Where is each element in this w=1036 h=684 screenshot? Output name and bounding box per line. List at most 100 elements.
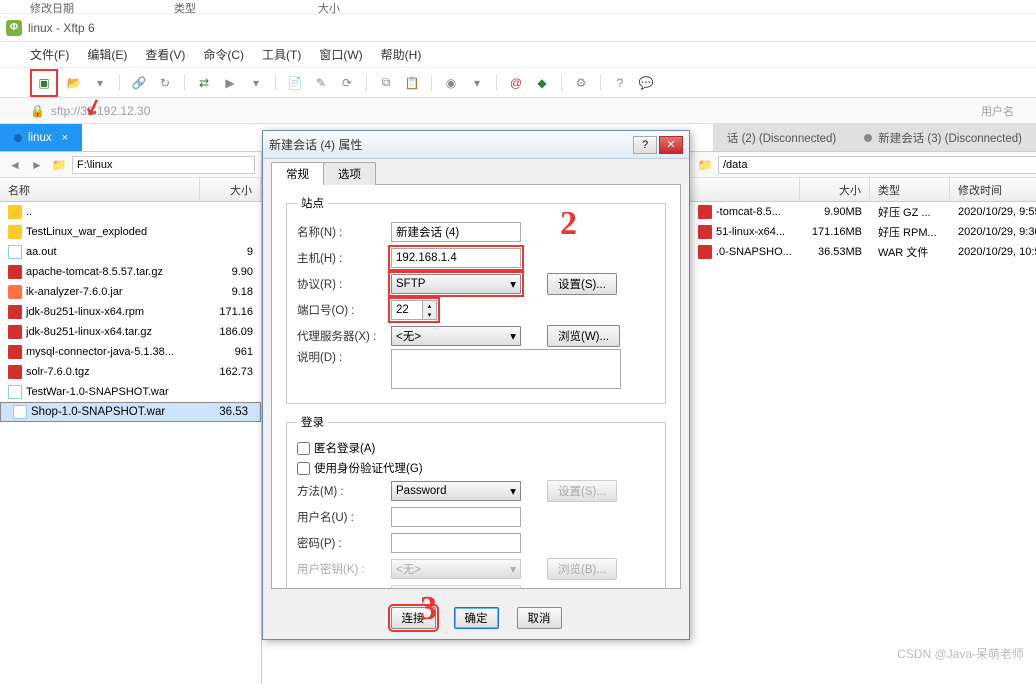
password-input[interactable]: [391, 533, 521, 553]
table-row[interactable]: Shop-1.0-SNAPSHOT.war36.53: [0, 402, 261, 422]
file-size: 9: [200, 246, 261, 258]
menu-tools[interactable]: 工具(T): [262, 46, 301, 63]
newfile-icon[interactable]: 📄: [285, 73, 305, 93]
edit-icon[interactable]: ✎: [311, 73, 331, 93]
table-row[interactable]: ik-analyzer-7.6.0.jar9.18: [0, 282, 261, 302]
remote-path-input[interactable]: [718, 156, 1036, 174]
close-icon[interactable]: ×: [62, 132, 68, 144]
open-icon[interactable]: 📂: [64, 73, 84, 93]
local-file-list[interactable]: .. TestLinux_war_exploded aa.out 9 apache-to…: [0, 202, 261, 684]
tab-general[interactable]: 常规: [271, 162, 324, 185]
link-icon[interactable]: 🔗: [129, 73, 149, 93]
session-tab-disconnected-3[interactable]: 新建会话 (3) (Disconnected): [850, 124, 1036, 151]
local-path-input[interactable]: [72, 156, 255, 174]
menu-edit[interactable]: 编辑(E): [87, 46, 127, 63]
menu-command[interactable]: 命令(C): [203, 46, 244, 63]
file-mtime: 2020/10/29, 10:5: [950, 246, 1036, 258]
table-row[interactable]: jdk-8u251-linux-x64.tar.gz186.09: [0, 322, 261, 342]
anonymous-checkbox[interactable]: [297, 442, 310, 455]
cancel-button[interactable]: 取消: [517, 607, 562, 629]
agent-checkbox[interactable]: [297, 462, 310, 475]
table-row[interactable]: TestLinux_war_exploded: [0, 222, 261, 242]
session-tab-active[interactable]: linux ×: [0, 124, 82, 151]
table-row[interactable]: solr-7.6.0.tgz162.73: [0, 362, 261, 382]
menu-help[interactable]: 帮助(H): [381, 46, 422, 63]
file-name: solr-7.6.0.tgz: [26, 366, 90, 378]
menu-file[interactable]: 文件(F): [30, 46, 69, 63]
forward-icon[interactable]: ►: [28, 156, 46, 174]
ok-button[interactable]: 确定: [454, 607, 499, 629]
table-row[interactable]: -tomcat-8.5...9.90MB好压 GZ ...2020/10/29,…: [690, 202, 1036, 222]
paste-icon[interactable]: 📋: [402, 73, 422, 93]
col-mtime[interactable]: 修改时间: [950, 178, 1036, 201]
col-size[interactable]: 大小: [800, 178, 870, 201]
back-icon[interactable]: ◄: [6, 156, 24, 174]
host-input[interactable]: [391, 248, 521, 268]
dropdown3-icon[interactable]: ▾: [467, 73, 487, 93]
menu-window[interactable]: 窗口(W): [319, 46, 362, 63]
chevron-down-icon: ▾: [510, 277, 516, 291]
file-name: ..: [26, 206, 32, 218]
file-mtime: 2020/10/29, 9:55: [950, 206, 1036, 218]
host-label: 主机(H) :: [297, 250, 383, 266]
menu-view[interactable]: 查看(V): [145, 46, 185, 63]
gear-icon[interactable]: ⚙: [571, 73, 591, 93]
protocol-select[interactable]: SFTP▾: [391, 274, 521, 294]
session-tab-disconnected-2[interactable]: 话 (2) (Disconnected): [713, 124, 850, 151]
swirl-icon[interactable]: @: [506, 73, 526, 93]
remote-file-list[interactable]: -tomcat-8.5...9.90MB好压 GZ ...2020/10/29,…: [690, 202, 1036, 684]
file-name: 51-linux-x64...: [716, 226, 785, 238]
tab-options[interactable]: 选项: [323, 162, 376, 185]
new-session-icon[interactable]: ▣: [34, 73, 54, 93]
username-input[interactable]: [391, 507, 521, 527]
port-spinner[interactable]: ▴▾: [391, 300, 437, 320]
name-input[interactable]: [391, 222, 521, 242]
play-icon[interactable]: ▶: [220, 73, 240, 93]
circle-icon[interactable]: ◉: [441, 73, 461, 93]
status-dot-icon: [864, 134, 872, 142]
help-icon[interactable]: ?: [610, 73, 630, 93]
help-button[interactable]: ?: [633, 136, 657, 154]
table-row[interactable]: aa.out 9: [0, 242, 261, 262]
table-row[interactable]: .0-SNAPSHO...36.53MBWAR 文件2020/10/29, 10…: [690, 242, 1036, 262]
col-type[interactable]: 类型: [870, 178, 950, 201]
connect-button[interactable]: 连接: [391, 607, 436, 629]
file-name: TestWar-1.0-SNAPSHOT.war: [26, 386, 169, 398]
setup-button[interactable]: 设置(S)...: [547, 273, 617, 295]
folder-icon: 📁: [50, 156, 68, 174]
dropdown2-icon[interactable]: ▾: [246, 73, 266, 93]
chevron-down-icon: ▾: [510, 484, 516, 498]
refresh-icon[interactable]: ⟳: [337, 73, 357, 93]
file-type-icon: [8, 305, 22, 319]
transfer-icon[interactable]: ⇄: [194, 73, 214, 93]
col-name[interactable]: [690, 178, 800, 201]
method-select[interactable]: Password▾: [391, 481, 521, 501]
port-input[interactable]: [392, 304, 422, 316]
description-textarea[interactable]: [391, 349, 621, 389]
col-size[interactable]: 大小: [200, 178, 261, 201]
green-icon[interactable]: ◆: [532, 73, 552, 93]
file-name: TestLinux_war_exploded: [26, 226, 147, 238]
local-pane: ◄ ► 📁 名称 大小 .. TestLinux_war_exploded aa.o…: [0, 152, 262, 684]
file-size: 171.16MB: [800, 226, 870, 238]
chat-icon[interactable]: 💬: [636, 73, 656, 93]
table-row[interactable]: 51-linux-x64...171.16MB好压 RPM...2020/10/…: [690, 222, 1036, 242]
login-fieldset: 登录 匿名登录(A) 使用身份验证代理(G) 方法(M) : Password▾…: [286, 414, 666, 589]
app-icon: Φ: [6, 20, 22, 36]
file-name: jdk-8u251-linux-x64.rpm: [26, 306, 144, 318]
copy-icon[interactable]: ⧉: [376, 73, 396, 93]
dropdown-icon[interactable]: ▾: [90, 73, 110, 93]
close-button[interactable]: ✕: [659, 136, 683, 154]
table-row[interactable]: apache-tomcat-8.5.57.tar.gz9.90: [0, 262, 261, 282]
browse-proxy-button[interactable]: 浏览(W)...: [547, 325, 620, 347]
col-name[interactable]: 名称: [0, 178, 200, 201]
reconnect-icon[interactable]: ↻: [155, 73, 175, 93]
table-row[interactable]: mysql-connector-java-5.1.38...961: [0, 342, 261, 362]
browse-key-button: 浏览(B)...: [547, 558, 617, 580]
table-row[interactable]: TestWar-1.0-SNAPSHOT.war: [0, 382, 261, 402]
file-name: aa.out: [26, 246, 57, 258]
table-row[interactable]: ..: [0, 202, 261, 222]
file-type-icon: [8, 365, 22, 379]
proxy-select[interactable]: <无>▾: [391, 326, 521, 346]
table-row[interactable]: jdk-8u251-linux-x64.rpm171.16: [0, 302, 261, 322]
